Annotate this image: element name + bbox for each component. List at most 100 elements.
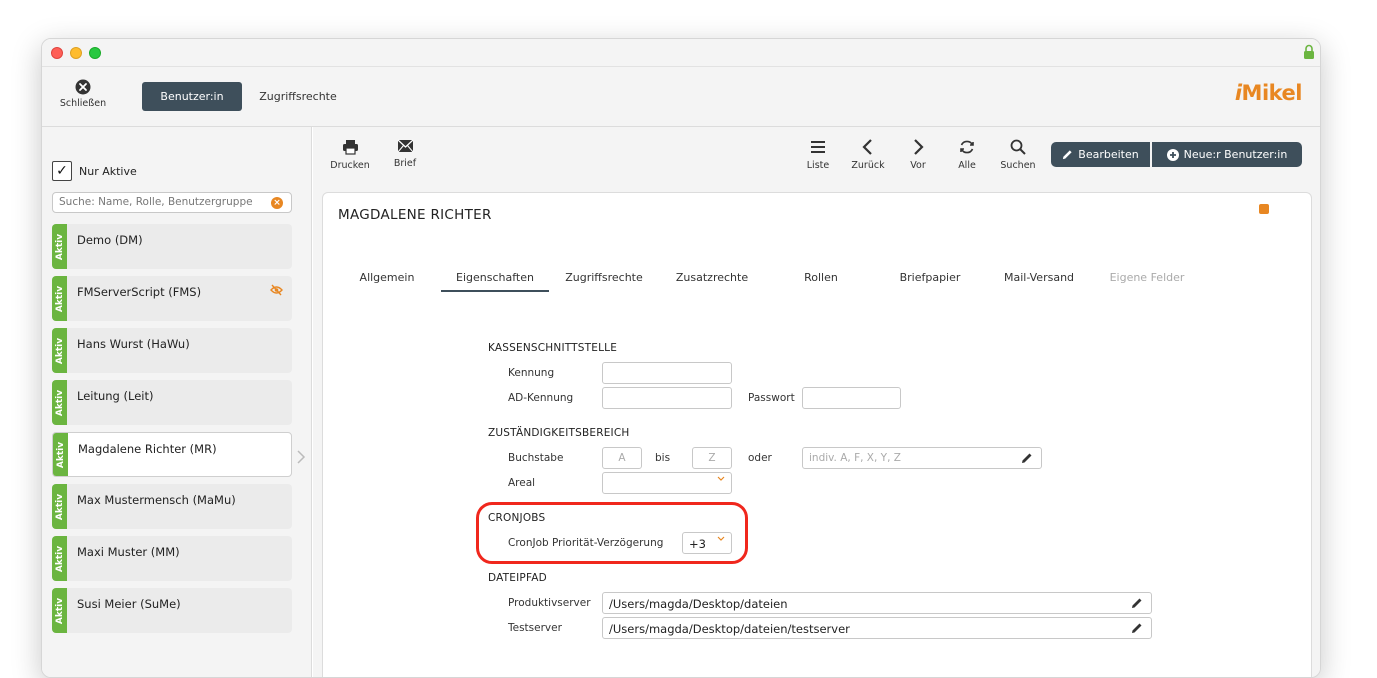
hidden-eye-icon — [270, 284, 283, 296]
note-icon[interactable] — [1259, 204, 1269, 214]
list-item[interactable]: Aktiv Hans Wurst (HaWu) — [52, 328, 292, 373]
close-label: Schließen — [59, 98, 107, 109]
list-icon — [811, 141, 825, 153]
segment-access-rights[interactable]: Zugriffsrechte — [248, 82, 348, 111]
productive-server-value: /Users/magda/Desktop/dateien — [609, 597, 788, 611]
buchstabe-label: Buchstabe — [508, 452, 564, 464]
envelope-icon — [397, 139, 413, 153]
tab-letterhead[interactable]: Briefpapier — [876, 271, 984, 290]
bis-label: bis — [655, 452, 671, 464]
chevron-right-icon — [914, 139, 924, 155]
active-filter-checkbox[interactable]: ✓ — [52, 161, 72, 181]
printer-icon — [342, 140, 358, 155]
active-badge: Aktiv — [52, 276, 67, 321]
list-item[interactable]: Aktiv Maxi Muster (MM) — [52, 536, 292, 581]
app-window: Schließen Benutzer:in Zugriffsrechte iMi… — [41, 38, 1321, 678]
list-item-name: Demo (DM) — [77, 233, 143, 247]
all-button[interactable]: Alle — [947, 139, 987, 171]
tab-custom-fields: Eigene Felder — [1109, 271, 1185, 284]
active-badge: Aktiv — [52, 484, 67, 529]
window-close-dot[interactable] — [51, 47, 63, 59]
passwort-label: Passwort — [748, 392, 795, 404]
new-user-label: Neue:r Benutzer:in — [1183, 148, 1288, 161]
list-item-name: Hans Wurst (HaWu) — [77, 337, 190, 351]
forward-label: Vor — [910, 160, 926, 171]
ad-kennung-label: AD-Kennung — [508, 392, 574, 404]
list-item[interactable]: Aktiv Demo (DM) — [52, 224, 292, 269]
refresh-icon — [960, 140, 974, 154]
window-zoom-dot[interactable] — [89, 47, 101, 59]
list-item[interactable]: Aktiv FMServerScript (FMS) — [52, 276, 292, 321]
tab-access-rights[interactable]: Zugriffsrechte — [550, 271, 658, 290]
pencil-icon[interactable] — [1131, 597, 1143, 609]
tab-additional-rights[interactable]: Zusatzrechte — [658, 271, 766, 290]
tab-general[interactable]: Allgemein — [333, 271, 441, 290]
section-heading-dateipfad: DATEIPFAD — [488, 572, 547, 584]
active-badge: Aktiv — [53, 433, 68, 476]
ad-kennung-input[interactable] — [602, 387, 732, 409]
chevron-left-icon — [862, 139, 872, 155]
oder-label: oder — [748, 452, 772, 464]
active-badge: Aktiv — [52, 328, 67, 373]
pencil-icon[interactable] — [1021, 452, 1033, 464]
new-user-button[interactable]: Neue:r Benutzer:in — [1152, 142, 1302, 167]
section-heading-kasse: KASSENSCHNITTSTELLE — [488, 342, 618, 354]
window-minimize-dot[interactable] — [70, 47, 82, 59]
active-badge: Aktiv — [52, 380, 67, 425]
clear-search-icon[interactable]: × — [271, 197, 283, 209]
individual-letters-placeholder: indiv. A, F, X, Y, Z — [809, 452, 901, 464]
list-item-name: Maxi Muster (MM) — [77, 545, 180, 559]
edit-button[interactable]: Bearbeiten — [1051, 142, 1150, 167]
edit-label: Bearbeiten — [1078, 148, 1139, 161]
segment-users[interactable]: Benutzer:in — [142, 82, 242, 111]
tab-mail-sending[interactable]: Mail-Versand — [985, 271, 1093, 290]
list-button[interactable]: Liste — [798, 139, 838, 171]
section-heading-zustaendigkeit: ZUSTÄNDIGKEITSBEREICH — [488, 427, 630, 439]
back-label: Zurück — [851, 160, 885, 171]
forward-button[interactable]: Vor — [898, 139, 938, 171]
user-search-input[interactable]: Suche: Name, Rolle, Benutzergruppe × — [52, 192, 292, 213]
plus-circle-icon — [1166, 148, 1179, 161]
active-badge: Aktiv — [52, 536, 67, 581]
list-item[interactable]: Aktiv Susi Meier (SuMe) — [52, 588, 292, 633]
active-filter: ✓ Nur Aktive — [52, 161, 137, 181]
back-button[interactable]: Zurück — [846, 139, 890, 171]
list-item-name: Magdalene Richter (MR) — [78, 442, 217, 456]
list-item[interactable]: Aktiv Leitung (Leit) — [52, 380, 292, 425]
record-title: MAGDALENE RICHTER — [338, 207, 492, 223]
lock-icon — [1304, 44, 1314, 59]
tab-properties[interactable]: Eigenschaften — [441, 271, 549, 292]
list-item[interactable]: Aktiv Max Mustermensch (MaMu) — [52, 484, 292, 529]
close-button[interactable]: Schließen — [56, 79, 110, 109]
title-bar — [42, 39, 1320, 67]
active-badge: Aktiv — [52, 224, 67, 269]
search-label: Suchen — [1000, 160, 1036, 171]
individual-letters-input[interactable]: indiv. A, F, X, Y, Z — [802, 447, 1042, 469]
tab-roles[interactable]: Rollen — [767, 271, 875, 290]
chevron-down-icon — [717, 476, 725, 481]
list-item-selected[interactable]: Aktiv Magdalene Richter (MR) — [52, 432, 292, 477]
areal-select[interactable] — [602, 472, 732, 494]
list-item-name: Max Mustermensch (MaMu) — [77, 493, 236, 507]
logo-text: Mikel — [1241, 81, 1303, 105]
list-item-name: FMServerScript (FMS) — [77, 285, 202, 299]
test-server-label: Testserver — [508, 622, 562, 634]
search-button[interactable]: Suchen — [996, 139, 1040, 171]
print-button[interactable]: Drucken — [330, 139, 370, 171]
passwort-input[interactable] — [802, 387, 901, 409]
search-icon — [1010, 139, 1026, 155]
search-placeholder: Suche: Name, Rolle, Benutzergruppe — [59, 196, 253, 208]
test-server-value: /Users/magda/Desktop/dateien/testserver — [609, 622, 850, 636]
top-toolbar: Schließen Benutzer:in Zugriffsrechte iMi… — [42, 67, 1320, 127]
letter-label: Brief — [393, 158, 417, 169]
letter-button[interactable]: Brief — [385, 139, 425, 169]
productive-server-input[interactable]: /Users/magda/Desktop/dateien — [602, 592, 1152, 614]
list-label: Liste — [806, 160, 830, 171]
all-label: Alle — [958, 160, 976, 171]
productive-server-label: Produktivserver — [508, 597, 591, 609]
letter-to-input[interactable]: Z — [692, 447, 732, 469]
letter-from-input[interactable]: A — [602, 447, 642, 469]
pencil-icon[interactable] — [1131, 622, 1143, 634]
kennung-input[interactable] — [602, 362, 732, 384]
test-server-input[interactable]: /Users/magda/Desktop/dateien/testserver — [602, 617, 1152, 639]
